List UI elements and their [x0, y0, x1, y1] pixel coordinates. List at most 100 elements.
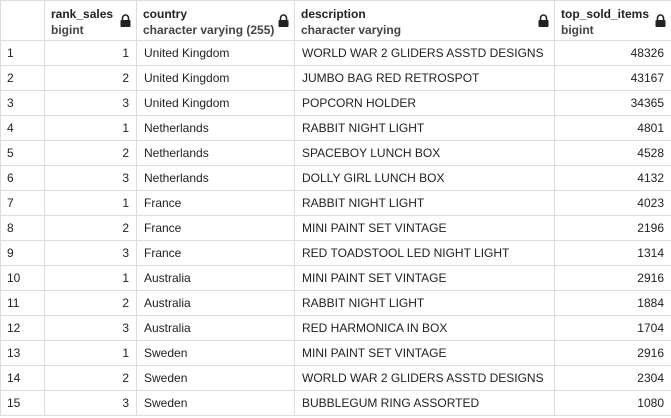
- cell-rank-sales[interactable]: 1: [44, 40, 137, 66]
- cell-country[interactable]: United Kingdom: [136, 90, 295, 116]
- row-number[interactable]: 14: [0, 365, 45, 391]
- cell-top-sold-items[interactable]: 1884: [554, 290, 671, 316]
- cell-country[interactable]: Netherlands: [136, 140, 295, 166]
- cell-top-sold-items[interactable]: 4132: [554, 165, 671, 191]
- cell-top-sold-items[interactable]: 4801: [554, 115, 671, 141]
- table-row[interactable]: 10 1 Australia MINI PAINT SET VINTAGE 2916: [0, 265, 671, 291]
- cell-country[interactable]: Sweden: [136, 340, 295, 366]
- column-header-country[interactable]: country character varying (255): [136, 0, 295, 41]
- cell-rank-sales[interactable]: 3: [44, 90, 137, 116]
- cell-top-sold-items[interactable]: 43167: [554, 65, 671, 91]
- cell-description[interactable]: BUBBLEGUM RING ASSORTED: [294, 390, 555, 416]
- cell-rank-sales[interactable]: 1: [44, 190, 137, 216]
- cell-top-sold-items[interactable]: 2916: [554, 265, 671, 291]
- cell-rank-sales[interactable]: 2: [44, 365, 137, 391]
- row-number[interactable]: 6: [0, 165, 45, 191]
- table-row[interactable]: 4 1 Netherlands RABBIT NIGHT LIGHT 4801: [0, 115, 671, 141]
- table-row[interactable]: 15 3 Sweden BUBBLEGUM RING ASSORTED 1080: [0, 390, 671, 416]
- cell-country[interactable]: Australia: [136, 265, 295, 291]
- cell-country[interactable]: Netherlands: [136, 115, 295, 141]
- cell-country[interactable]: Netherlands: [136, 165, 295, 191]
- row-number[interactable]: 2: [0, 65, 45, 91]
- row-number[interactable]: 9: [0, 240, 45, 266]
- cell-description[interactable]: RABBIT NIGHT LIGHT: [294, 190, 555, 216]
- cell-rank-sales[interactable]: 3: [44, 315, 137, 341]
- cell-top-sold-items[interactable]: 1080: [554, 390, 671, 416]
- cell-description[interactable]: RED TOADSTOOL LED NIGHT LIGHT: [294, 240, 555, 266]
- cell-description[interactable]: SPACEBOY LUNCH BOX: [294, 140, 555, 166]
- cell-country[interactable]: Australia: [136, 290, 295, 316]
- cell-country[interactable]: Sweden: [136, 390, 295, 416]
- row-number[interactable]: 4: [0, 115, 45, 141]
- row-number[interactable]: 1: [0, 40, 45, 66]
- cell-top-sold-items[interactable]: 48326: [554, 40, 671, 66]
- table-row[interactable]: 1 1 United Kingdom WORLD WAR 2 GLIDERS ASST…: [0, 40, 671, 66]
- cell-country[interactable]: Australia: [136, 315, 295, 341]
- table-row[interactable]: 6 3 Netherlands DOLLY GIRL LUNCH BOX 4132: [0, 165, 671, 191]
- cell-top-sold-items[interactable]: 1704: [554, 315, 671, 341]
- cell-rank-sales[interactable]: 3: [44, 240, 137, 266]
- cell-description[interactable]: MINI PAINT SET VINTAGE: [294, 340, 555, 366]
- cell-top-sold-items[interactable]: 1314: [554, 240, 671, 266]
- cell-top-sold-items[interactable]: 2196: [554, 215, 671, 241]
- cell-top-sold-items[interactable]: 4528: [554, 140, 671, 166]
- cell-top-sold-items[interactable]: 2304: [554, 365, 671, 391]
- cell-description[interactable]: RABBIT NIGHT LIGHT: [294, 115, 555, 141]
- row-number[interactable]: 11: [0, 290, 45, 316]
- cell-description[interactable]: JUMBO BAG RED RETROSPOT: [294, 65, 555, 91]
- row-number[interactable]: 5: [0, 140, 45, 166]
- cell-description[interactable]: DOLLY GIRL LUNCH BOX: [294, 165, 555, 191]
- column-type: bigint: [51, 23, 84, 37]
- cell-top-sold-items[interactable]: 2916: [554, 340, 671, 366]
- cell-rank-sales[interactable]: 2: [44, 290, 137, 316]
- column-header-description[interactable]: description character varying: [294, 0, 555, 41]
- row-number[interactable]: 7: [0, 190, 45, 216]
- cell-description[interactable]: MINI PAINT SET VINTAGE: [294, 215, 555, 241]
- table-row[interactable]: 3 3 United Kingdom POPCORN HOLDER 34365: [0, 90, 671, 116]
- column-header-top-sold-items[interactable]: top_sold_items bigint: [554, 0, 671, 41]
- cell-country[interactable]: France: [136, 190, 295, 216]
- cell-description[interactable]: RED HARMONICA IN BOX: [294, 315, 555, 341]
- cell-description[interactable]: WORLD WAR 2 GLIDERS ASSTD DESIGNS: [294, 365, 555, 391]
- row-number[interactable]: 15: [0, 390, 45, 416]
- table-row[interactable]: 13 1 Sweden MINI PAINT SET VINTAGE 2916: [0, 340, 671, 366]
- row-number[interactable]: 12: [0, 315, 45, 341]
- row-number[interactable]: 8: [0, 215, 45, 241]
- table-row[interactable]: 8 2 France MINI PAINT SET VINTAGE 2196: [0, 215, 671, 241]
- lock-icon: [278, 14, 289, 27]
- cell-top-sold-items[interactable]: 4023: [554, 190, 671, 216]
- table-row[interactable]: 12 3 Australia RED HARMONICA IN BOX 1704: [0, 315, 671, 341]
- cell-rank-sales[interactable]: 1: [44, 265, 137, 291]
- table-row[interactable]: 9 3 France RED TOADSTOOL LED NIGHT LIGHT 131…: [0, 240, 671, 266]
- column-header-rank-sales[interactable]: rank_sales bigint: [44, 0, 137, 41]
- row-number[interactable]: 13: [0, 340, 45, 366]
- cell-description[interactable]: POPCORN HOLDER: [294, 90, 555, 116]
- table-row[interactable]: 5 2 Netherlands SPACEBOY LUNCH BOX 4528: [0, 140, 671, 166]
- row-number-header[interactable]: [0, 0, 45, 41]
- column-name: description: [301, 7, 366, 21]
- cell-description[interactable]: WORLD WAR 2 GLIDERS ASSTD DESIGNS: [294, 40, 555, 66]
- cell-description[interactable]: RABBIT NIGHT LIGHT: [294, 290, 555, 316]
- cell-rank-sales[interactable]: 2: [44, 65, 137, 91]
- cell-description[interactable]: MINI PAINT SET VINTAGE: [294, 265, 555, 291]
- row-number[interactable]: 10: [0, 265, 45, 291]
- lock-icon: [538, 14, 549, 27]
- cell-country[interactable]: United Kingdom: [136, 65, 295, 91]
- row-number[interactable]: 3: [0, 90, 45, 116]
- cell-country[interactable]: France: [136, 215, 295, 241]
- cell-rank-sales[interactable]: 1: [44, 340, 137, 366]
- cell-country[interactable]: United Kingdom: [136, 40, 295, 66]
- table-row[interactable]: 14 2 Sweden WORLD WAR 2 GLIDERS ASSTD DESIG…: [0, 365, 671, 391]
- cell-country[interactable]: Sweden: [136, 365, 295, 391]
- cell-rank-sales[interactable]: 3: [44, 165, 137, 191]
- cell-rank-sales[interactable]: 3: [44, 390, 137, 416]
- cell-rank-sales[interactable]: 2: [44, 140, 137, 166]
- column-name: country: [143, 7, 188, 21]
- table-row[interactable]: 2 2 United Kingdom JUMBO BAG RED RETROSPOT 4…: [0, 65, 671, 91]
- table-row[interactable]: 7 1 France RABBIT NIGHT LIGHT 4023: [0, 190, 671, 216]
- cell-rank-sales[interactable]: 1: [44, 115, 137, 141]
- cell-rank-sales[interactable]: 2: [44, 215, 137, 241]
- cell-top-sold-items[interactable]: 34365: [554, 90, 671, 116]
- table-row[interactable]: 11 2 Australia RABBIT NIGHT LIGHT 1884: [0, 290, 671, 316]
- cell-country[interactable]: France: [136, 240, 295, 266]
